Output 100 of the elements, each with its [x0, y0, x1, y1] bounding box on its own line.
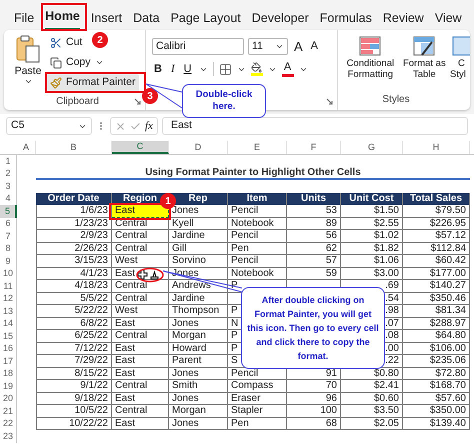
table-cell: 7/29/22 [36, 355, 112, 368]
row-header[interactable]: 5 [0, 205, 17, 218]
format-painter-button[interactable]: Format Painter [46, 74, 140, 92]
paste-button[interactable]: Paste [10, 34, 46, 92]
table-cell: $226.95 [403, 218, 470, 230]
row-header[interactable]: 3 [0, 180, 17, 192]
row-header[interactable]: 9 [0, 255, 17, 268]
borders-icon[interactable] [218, 62, 232, 76]
table-cell: Central [112, 405, 169, 418]
row-header[interactable]: 15 [0, 330, 17, 342]
table-cell: Stapler [228, 405, 287, 418]
table-cell: $79.50 [403, 205, 470, 218]
dialog-launcher-icon[interactable] [326, 98, 333, 105]
table-cell: Jardine [169, 292, 228, 305]
row-header[interactable]: 6 [0, 218, 17, 230]
callout: Double-click here. [182, 84, 266, 118]
row-header[interactable]: 8 [0, 242, 17, 255]
underline-button[interactable]: U [182, 61, 194, 78]
name-box[interactable]: C5 [6, 117, 92, 135]
bold-button[interactable]: B [152, 61, 164, 78]
conditional-formatting-button[interactable]: Conditional Formatting [342, 36, 399, 80]
table-cell: 7/12/22 [36, 342, 112, 355]
table-cell: Jones [169, 318, 228, 330]
column-header[interactable]: F [287, 141, 341, 154]
table-cell: Gill [169, 242, 228, 255]
table-header-cell: Unit Cost [341, 192, 403, 205]
table-cell: 100 [287, 405, 341, 418]
row-header[interactable]: 19 [0, 380, 17, 392]
font-size-dropdown[interactable]: 11 [248, 38, 288, 55]
column-header[interactable]: D [169, 141, 228, 154]
row-header[interactable]: 12 [0, 292, 17, 305]
column-header[interactable]: H [403, 141, 470, 154]
table-cell: Jones [169, 368, 228, 380]
row-header[interactable]: 10 [0, 268, 17, 280]
table-cell: 53 [287, 205, 341, 218]
table-cell: $1.02 [341, 230, 403, 242]
grow-font-button[interactable]: A [292, 40, 305, 53]
ribbon-tab[interactable]: Developer [252, 12, 309, 30]
table-cell: $168.70 [403, 380, 470, 392]
clipboard-icon [15, 34, 41, 64]
ribbon-tab[interactable]: Review [382, 12, 424, 30]
table-cell: $350.46 [403, 292, 470, 305]
row-header[interactable]: 16 [0, 342, 17, 355]
shrink-font-button[interactable]: A [308, 41, 320, 52]
table-cell: Pencil [228, 255, 287, 268]
row-header[interactable]: 23 [0, 430, 17, 442]
table-cell: Jardine [169, 230, 228, 242]
column-header[interactable]: G [341, 141, 403, 154]
row-header[interactable]: 11 [0, 280, 17, 292]
ribbon-tab[interactable]: View [434, 12, 462, 30]
row-header[interactable]: 18 [0, 368, 17, 380]
column-header[interactable]: E [228, 141, 287, 154]
font-name-dropdown[interactable]: Calibri [152, 38, 244, 55]
insert-function-button[interactable]: fx [145, 118, 153, 134]
ribbon-tab[interactable]: Insert [90, 12, 122, 30]
table-cell: Pen [228, 242, 287, 255]
table-cell: East [112, 418, 169, 430]
copy-button[interactable]: Copy [50, 54, 140, 71]
row-header[interactable]: 17 [0, 355, 17, 368]
table-cell: $0.60 [341, 392, 403, 405]
table-cell: 59 [287, 268, 341, 280]
table-icon [413, 36, 436, 56]
row-header[interactable]: 20 [0, 392, 17, 405]
highlight-ring [136, 268, 164, 282]
table-cell: Morgan [169, 330, 228, 342]
column-header[interactable]: A [17, 141, 36, 154]
ribbon-tab[interactable]: Data [133, 12, 160, 30]
row-header[interactable]: 13 [0, 305, 17, 318]
row-header[interactable]: 1 [0, 155, 17, 168]
table-cell: $288.97 [403, 318, 470, 330]
table-cell: 2/9/23 [36, 230, 112, 242]
table-cell: $2.55 [341, 218, 403, 230]
table-cell: 10/5/22 [36, 405, 112, 418]
table-cell: Jones [169, 418, 228, 430]
row-header[interactable]: 21 [0, 405, 17, 418]
table-cell: East [112, 342, 169, 355]
italic-button[interactable]: I [168, 61, 177, 78]
table-cell: 4/18/23 [36, 280, 112, 292]
font-color-button[interactable]: A [282, 62, 294, 77]
ribbon-tab[interactable]: Formulas [320, 12, 372, 30]
table-cell: East [112, 392, 169, 405]
table-cell: Notebook [228, 268, 287, 280]
column-header[interactable]: C [112, 141, 169, 154]
row-header[interactable]: 7 [0, 230, 17, 242]
fill-color-button[interactable] [250, 62, 263, 76]
dialog-launcher-icon[interactable] [134, 98, 141, 105]
row-header[interactable]: 2 [0, 168, 17, 180]
format-as-table-button[interactable]: Format as Table [402, 36, 447, 80]
table-cell: $1.82 [341, 242, 403, 255]
row-header[interactable]: 14 [0, 318, 17, 330]
table-cell: $177.00 [403, 268, 470, 280]
table-cell: Pencil [228, 205, 287, 218]
cell-styles-button[interactable]: C Styl [450, 36, 470, 80]
table-cell: 5/22/22 [36, 305, 112, 318]
row-header[interactable]: 22 [0, 418, 17, 430]
table-header-cell: Order Date [36, 192, 112, 205]
table-cell: $3.50 [341, 405, 403, 418]
ribbon-tab[interactable]: Page Layout [170, 12, 241, 30]
ribbon-tab[interactable]: File [14, 12, 34, 30]
table-cell: Central [112, 292, 169, 305]
